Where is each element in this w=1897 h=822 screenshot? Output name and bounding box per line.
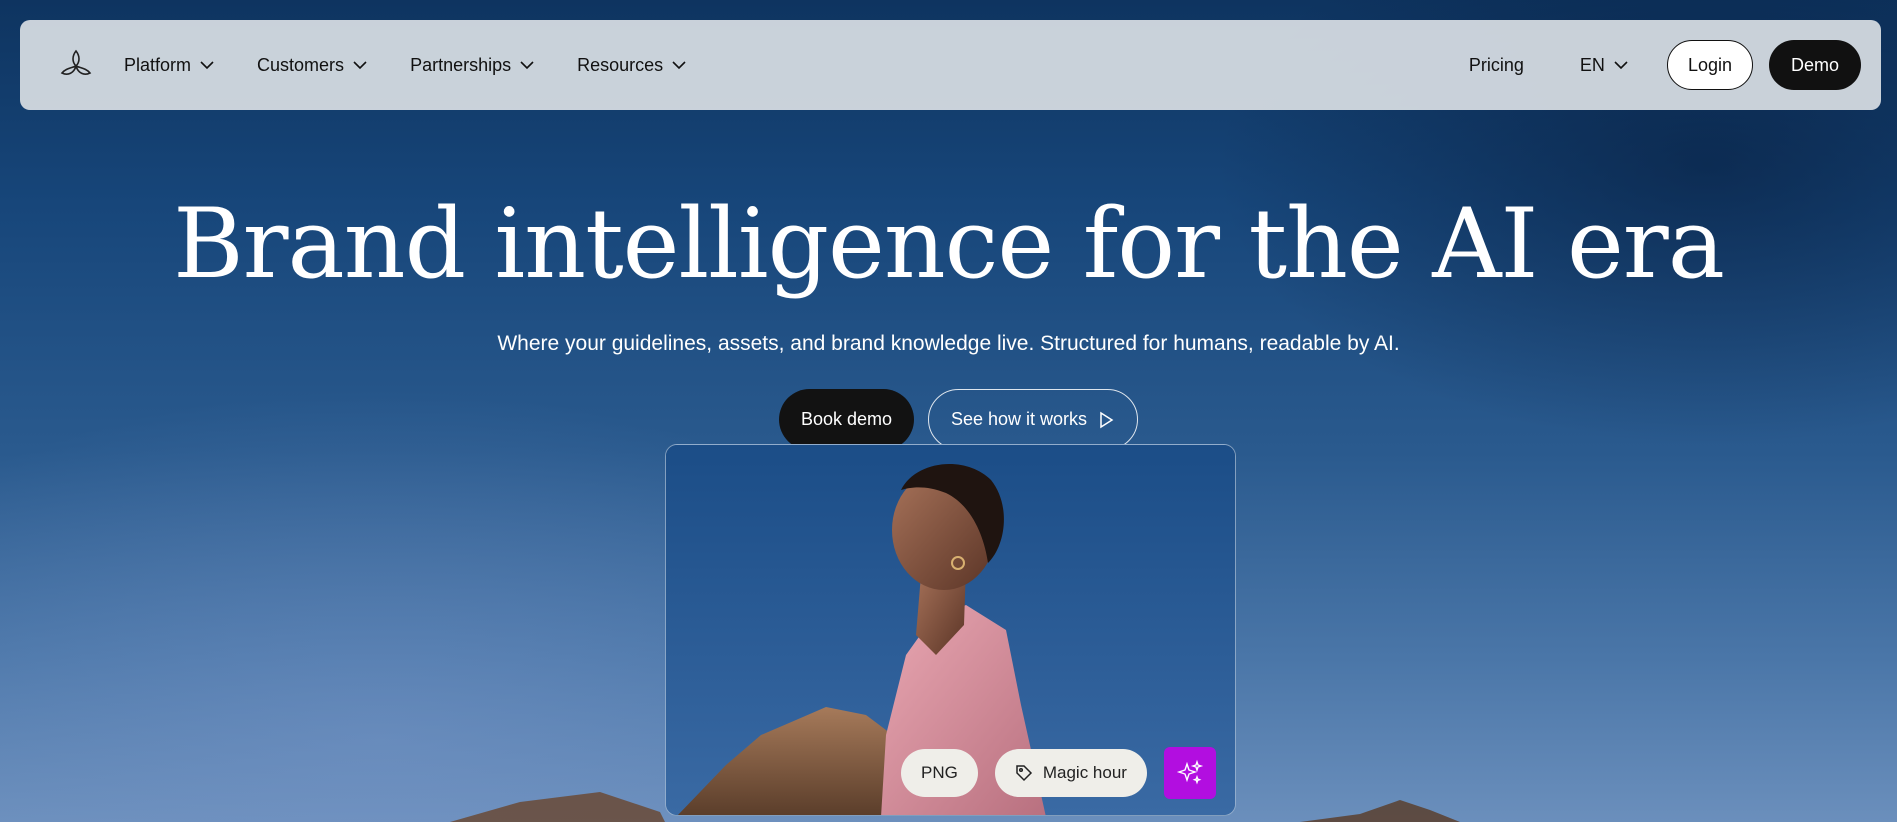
nav-platform-label: Platform (124, 54, 192, 75)
chevron-down-icon (520, 61, 534, 70)
nav-customers[interactable]: Customers (257, 55, 368, 76)
tag-chip[interactable]: Magic hour (994, 749, 1147, 797)
language-label: EN (1579, 54, 1605, 75)
asset-preview-card[interactable]: PNG Magic hour (665, 444, 1236, 816)
top-navbar: Platform Customers Partnerships Resource… (20, 20, 1881, 110)
nav-resources-label: Resources (577, 54, 664, 75)
nav-partnerships-label: Partnerships (410, 54, 512, 75)
nav-partnerships[interactable]: Partnerships (410, 55, 535, 76)
tag-chip-label: Magic hour (1042, 763, 1127, 782)
nav-platform[interactable]: Platform (124, 55, 215, 76)
chevron-down-icon (200, 61, 214, 70)
language-selector[interactable]: EN (1580, 55, 1629, 76)
asset-chip-row: PNG Magic hour (901, 747, 1216, 799)
nav-customers-label: Customers (257, 54, 345, 75)
hero-cta-row: Book demo See how it works (0, 389, 1897, 450)
demo-button[interactable]: Demo (1768, 40, 1861, 90)
see-how-it-works-button[interactable]: See how it works (928, 389, 1139, 450)
nav-resources[interactable]: Resources (577, 55, 687, 76)
pricing-link[interactable]: Pricing (1469, 55, 1524, 76)
book-demo-button[interactable]: Book demo (778, 389, 914, 450)
format-chip[interactable]: PNG (901, 749, 978, 797)
brand-logo-icon[interactable] (56, 45, 96, 85)
chevron-down-icon (672, 61, 686, 70)
nav-right-group: Pricing EN Login Demo (1469, 40, 1861, 90)
sparkle-icon (1176, 759, 1204, 785)
login-button[interactable]: Login (1666, 40, 1753, 90)
ai-sparkle-button[interactable] (1163, 747, 1216, 799)
tag-icon (1016, 765, 1032, 782)
hero-title: Brand intelligence for the AI era (173, 188, 1725, 300)
play-icon (1100, 411, 1114, 428)
chevron-down-icon (353, 61, 367, 70)
hero-subtitle: Where your guidelines, assets, and brand… (497, 332, 1400, 355)
chevron-down-icon (1614, 61, 1628, 70)
see-how-it-works-label: See how it works (951, 409, 1088, 429)
